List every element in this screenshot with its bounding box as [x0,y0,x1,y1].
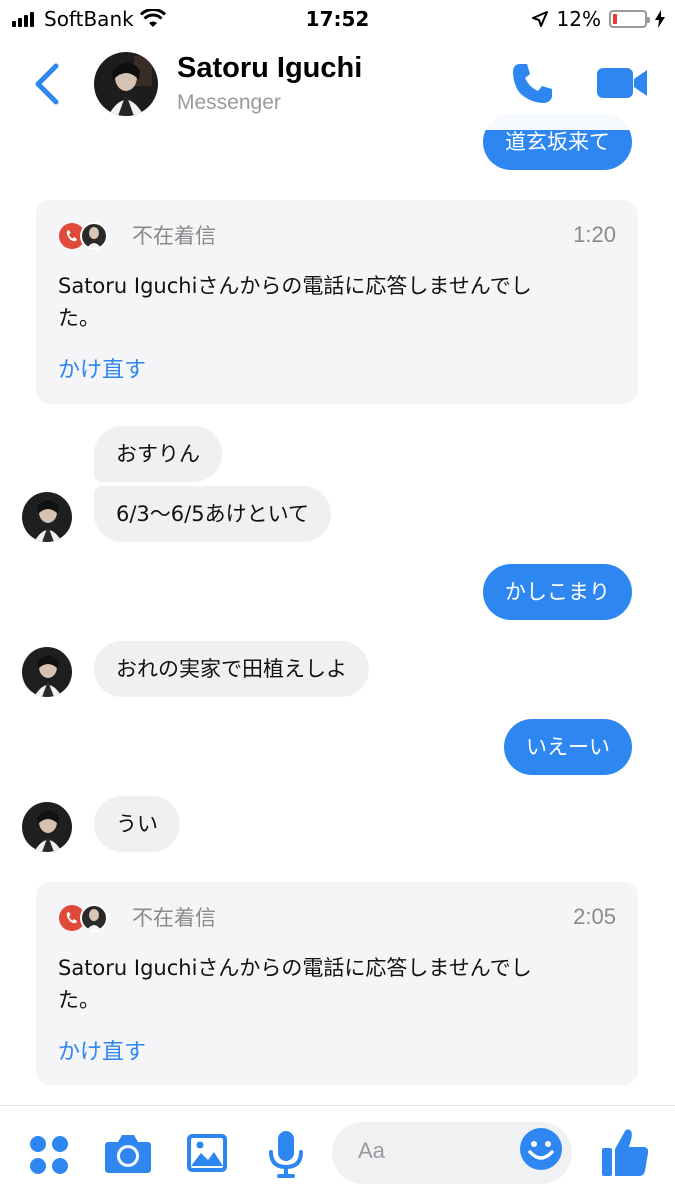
battery-icon [609,10,650,28]
missed-call-title: 不在着信 [132,906,216,930]
microphone-icon[interactable] [268,1130,304,1178]
missed-call-body-line: た。 [58,988,100,1012]
contact-avatar[interactable] [94,52,158,116]
missed-call-icon [59,904,108,932]
missed-call-card: 不在着信 1:20 Satoru Iguchiさんからの電話に応答しませんでし … [36,200,638,404]
conversation-header: Satoru Iguchi Messenger [0,38,675,130]
location-icon [531,11,548,27]
avatar[interactable] [22,492,72,542]
missed-call-icon [59,222,108,250]
message-bubble-incoming[interactable]: おすりん [94,426,222,482]
message-bubble-incoming[interactable]: おれの実家で田植えしよ [94,641,369,697]
missed-call-title: 不在着信 [132,224,216,248]
avatar[interactable] [22,802,72,852]
status-bar: SoftBank 17:52 12% [0,0,675,38]
message-bubble-incoming[interactable]: うい [94,796,180,852]
camera-icon[interactable] [104,1132,152,1174]
status-right: 12% [531,0,665,38]
message-bubble-outgoing[interactable]: かしこまり [483,564,632,620]
call-back-link[interactable]: かけ直す [58,352,146,384]
like-thumb-icon[interactable] [600,1126,650,1178]
phone-icon[interactable] [510,60,556,106]
back-chevron-icon[interactable] [30,62,64,106]
call-back-link[interactable]: かけ直す [58,1034,146,1066]
missed-call-body-line: Satoru Iguchiさんからの電話に応答しませんでし [58,956,532,980]
battery-percent: 12% [556,7,601,31]
contact-subtitle: Messenger [177,91,281,114]
missed-call-body: Satoru Iguchiさんからの電話に応答しませんでし た。 [58,952,618,1016]
video-icon[interactable] [596,64,648,102]
missed-call-body-line: た。 [58,306,100,330]
image-icon[interactable] [186,1133,228,1173]
message-bubble-incoming[interactable]: 6/3〜6/5あけといて [94,486,331,542]
missed-call-body: Satoru Iguchiさんからの電話に応答しませんでし た。 [58,270,618,334]
charging-icon [655,10,665,28]
battery-level [613,14,617,24]
missed-call-card: 不在着信 2:05 Satoru Iguchiさんからの電話に応答しませんでし … [36,882,638,1085]
contact-name[interactable]: Satoru Iguchi [177,52,362,85]
apps-grid-icon[interactable] [29,1135,69,1175]
missed-call-body-line: Satoru Iguchiさんからの電話に応答しませんでし [58,274,532,298]
message-input-placeholder: Aa [358,1138,385,1163]
missed-call-time: 1:20 [573,222,616,247]
missed-call-time: 2:05 [573,904,616,929]
emoji-icon[interactable] [519,1127,563,1171]
avatar[interactable] [22,647,72,697]
message-bubble-outgoing[interactable]: いえーい [504,719,632,775]
composer-bar: Aa [0,1105,675,1200]
message-thread[interactable]: 道玄坂来て 不在着信 1:20 Satoru Iguchiさんからの電話に応答し… [0,0,675,1200]
